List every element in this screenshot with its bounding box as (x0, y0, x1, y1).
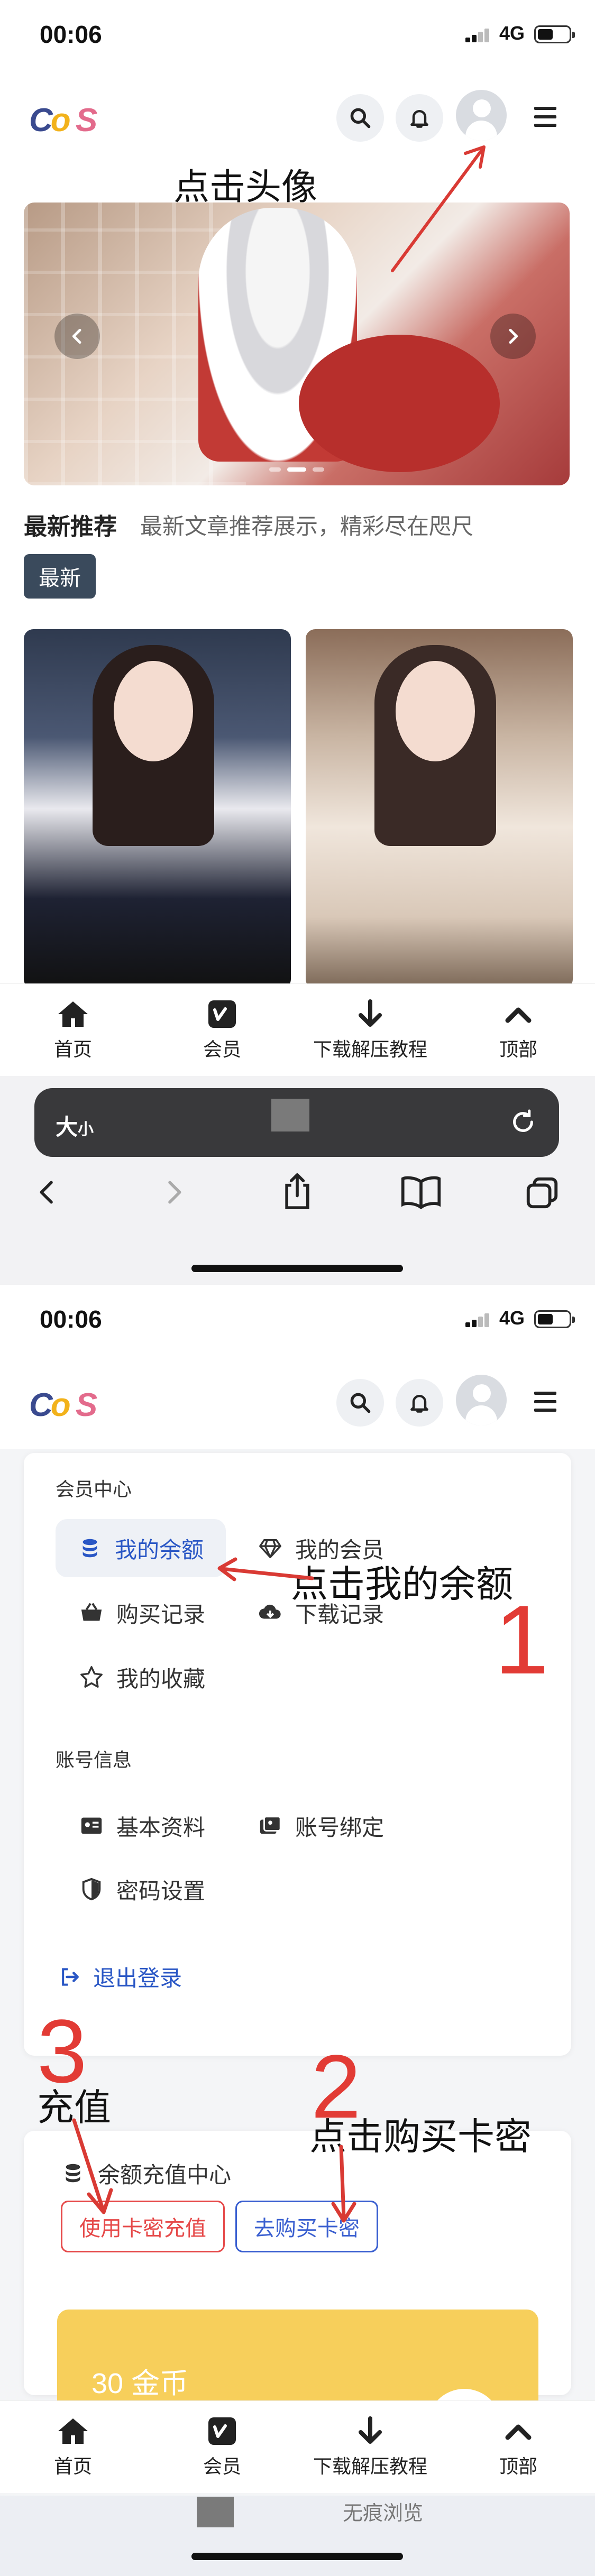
account-info-title: 账号信息 (56, 1749, 132, 1771)
network-label: 4G (499, 22, 525, 44)
reload-icon[interactable] (508, 1107, 538, 1137)
home-icon (58, 1001, 88, 1027)
annotation-arrow (391, 145, 486, 272)
logout-link[interactable]: 退出登录 (58, 1961, 182, 1993)
tab-top[interactable]: 顶部 (476, 2401, 561, 2494)
id-card-icon (81, 1817, 102, 1834)
bottom-tab-bar: 首页 会员 下载解压教程 顶部 (0, 983, 595, 1076)
vimeo-icon (208, 2417, 236, 2445)
post-card[interactable] (24, 629, 291, 989)
arrow-down-icon (359, 2416, 382, 2444)
network-label: 4G (499, 1307, 525, 1329)
status-time: 00:06 (40, 21, 102, 48)
site-header: Co S (0, 1354, 595, 1449)
menu-password-settings[interactable]: 密码设置 (79, 1860, 205, 1918)
tab-member[interactable]: 会员 (175, 984, 270, 1077)
tabs-icon[interactable] (524, 1174, 561, 1211)
basket-icon (81, 1603, 102, 1621)
tab-download-tutorial[interactable]: 下载解压教程 (301, 984, 439, 1077)
safari-private-bar (0, 2496, 595, 2576)
coin-amount: 30 金币 (91, 2368, 189, 2399)
star-icon (80, 1666, 103, 1688)
menu-favorites[interactable]: 我的收藏 (79, 1648, 205, 1706)
menu-icon[interactable] (534, 1392, 556, 1412)
shield-icon (82, 1878, 101, 1901)
user-card-icon (260, 1816, 281, 1834)
search-button[interactable] (336, 94, 384, 142)
section-description: 最新文章推荐展示，精彩尽在咫尺 (140, 514, 474, 539)
status-bar: 00:06 4G (0, 1285, 595, 1354)
tab-member[interactable]: 会员 (175, 2401, 270, 2494)
battery-icon (534, 25, 575, 43)
menu-icon[interactable] (534, 107, 556, 127)
share-icon[interactable] (279, 1171, 315, 1211)
cloud-download-icon (259, 1604, 281, 1619)
post-card[interactable] (306, 629, 573, 989)
search-icon (350, 1393, 371, 1413)
tab-home[interactable]: 首页 (25, 984, 121, 1077)
reader-size-button[interactable]: 大小 (56, 1109, 94, 1142)
vimeo-icon (208, 1000, 236, 1028)
annotation-click-avatar: 点击头像 (173, 167, 318, 207)
annotation-arrow (72, 2118, 113, 2214)
notification-button[interactable] (396, 1379, 443, 1427)
logout-icon (62, 1967, 79, 1986)
site-logo[interactable]: Co S (29, 1386, 97, 1424)
section-title: 最新推荐 (24, 514, 117, 540)
carousel-dots (24, 467, 570, 472)
status-bar: 00:06 4G (0, 0, 595, 69)
menu-profile[interactable]: 基本资料 (79, 1797, 205, 1855)
battery-icon (534, 1310, 575, 1328)
private-browsing-label: 无痕浏览 (343, 2503, 424, 2525)
annotation-arrow (331, 2145, 356, 2223)
coins-icon (83, 1539, 97, 1558)
carousel-prev-button[interactable] (54, 314, 100, 359)
tab-top[interactable]: 顶部 (476, 984, 561, 1077)
bell-icon (410, 1395, 428, 1413)
address-bar[interactable]: 大小 (34, 1088, 559, 1157)
annotation-step-1: 1 (495, 1586, 549, 1695)
tab-download-tutorial[interactable]: 下载解压教程 (301, 2401, 439, 2494)
annotation-click-balance: 点击我的余额 (291, 1563, 513, 1605)
status-time: 00:06 (40, 1305, 102, 1333)
signal-icon (465, 29, 490, 42)
latest-tag-button[interactable]: 最新 (24, 554, 96, 599)
menu-my-balance[interactable]: 我的余额 (56, 1519, 226, 1577)
tab-home[interactable]: 首页 (25, 2401, 121, 2494)
safari-nav (0, 1161, 595, 1224)
chevron-up-icon (505, 2424, 532, 2440)
member-center-title: 会员中心 (56, 1478, 132, 1500)
site-favicon (197, 2497, 234, 2527)
chevron-left-icon (72, 328, 81, 344)
search-icon (350, 108, 371, 128)
menu-account-binding[interactable]: 账号绑定 (258, 1797, 384, 1855)
home-indicator (191, 1265, 403, 1272)
bottom-tab-bar: 首页 会员 下载解压教程 顶部 (0, 2400, 595, 2493)
home-indicator (191, 2553, 403, 2560)
home-icon (58, 2418, 88, 2444)
chevron-up-icon (505, 1007, 532, 1023)
avatar-button[interactable] (456, 1375, 507, 1425)
screenshot-top: 00:06 4G Co S 最新推荐 最新文章推荐展示，精彩尽在咫尺 最新 点击… (0, 0, 595, 1285)
signal-icon (465, 1313, 490, 1327)
bookmarks-icon[interactable] (400, 1175, 442, 1209)
carousel-next-button[interactable] (490, 314, 536, 359)
site-logo[interactable]: Co S (29, 102, 97, 139)
site-favicon (271, 1099, 309, 1131)
forward-icon[interactable] (159, 1176, 188, 1208)
site-header: Co S (0, 69, 595, 164)
annotation-arrow (217, 1557, 314, 1581)
search-button[interactable] (336, 1379, 384, 1427)
back-icon[interactable] (33, 1176, 62, 1208)
chevron-right-icon (509, 328, 518, 344)
bell-icon (410, 110, 428, 128)
arrow-down-icon (359, 999, 382, 1027)
menu-purchase-records[interactable]: 购买记录 (79, 1584, 205, 1642)
